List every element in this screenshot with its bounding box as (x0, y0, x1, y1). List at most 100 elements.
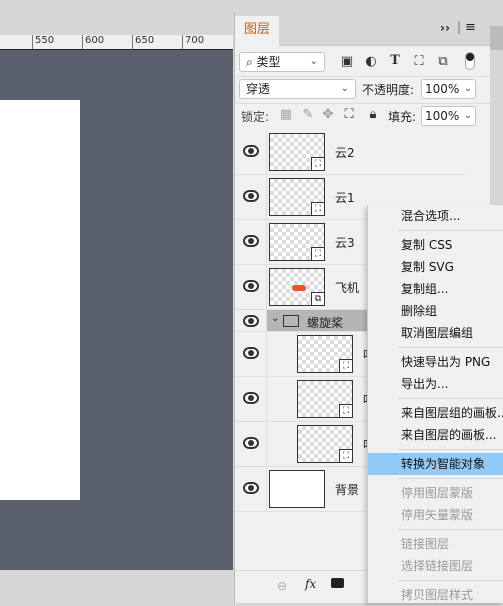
layer-row[interactable]: ⛶ 云2 (235, 130, 465, 175)
layer-name: 云1 (335, 191, 355, 205)
smart-object-icon: ⛶ (339, 404, 353, 418)
fx-icon[interactable]: fx (305, 577, 316, 591)
layers-dock-icon[interactable] (490, 26, 503, 50)
layer-thumbnail (269, 470, 325, 508)
menu-separator (398, 478, 503, 479)
layer-name: 云3 (335, 236, 355, 250)
menu-item[interactable]: 导出为... (368, 373, 503, 395)
visibility-toggle[interactable] (235, 377, 267, 421)
menu-item[interactable]: 取消图层编组 (368, 322, 503, 344)
image-filter-icon[interactable]: ▣ (338, 54, 356, 69)
menu-item[interactable]: 转换为智能对象 (368, 453, 503, 475)
status-area (0, 570, 233, 603)
menu-item[interactable]: 混合选项... (368, 205, 503, 227)
visibility-toggle[interactable] (235, 467, 267, 511)
visibility-toggle[interactable] (235, 265, 267, 309)
menu-item: 停用图层蒙版 (401, 486, 474, 500)
lock-label: 锁定: (241, 110, 270, 124)
tab-layers[interactable]: 图层 (235, 16, 279, 47)
menu-separator (398, 449, 503, 450)
eye-icon (243, 392, 259, 404)
opacity-value: 100% (425, 82, 460, 96)
blend-mode-value: 穿透 (246, 82, 271, 96)
menu-item: 停用矢量蒙版 (401, 508, 474, 522)
context-menu: 混合选项... 复制 CSS 复制 SVG 复制组... 删除组 取消图层编组 快速导出为 … (367, 205, 503, 603)
visibility-toggle[interactable] (235, 130, 267, 174)
opacity-input[interactable]: 100% ⌄ (421, 79, 476, 99)
layer-name: 螺旋桨 (307, 316, 344, 330)
fill-label: 填充: (388, 110, 417, 124)
menu-item[interactable]: 来自图层组的画板... (368, 402, 503, 424)
menu-item: 链接图层 (401, 537, 450, 551)
link-layers-icon[interactable]: ⊖ (277, 579, 287, 593)
smart-object-icon: ⛶ (311, 202, 325, 216)
fill-value: 100% (425, 109, 460, 123)
lock-transparent-icon[interactable]: ▦ (277, 107, 295, 122)
layer-thumbnail: ⛶ (269, 133, 325, 171)
document-canvas[interactable] (0, 100, 80, 500)
chevron-down-icon[interactable]: ⌄ (271, 313, 279, 324)
layer-thumbnail: ⛶ (269, 178, 325, 216)
menu-item[interactable]: 复制 CSS (368, 234, 503, 256)
menu-item[interactable]: 删除组 (368, 300, 503, 322)
adjustment-filter-icon[interactable]: ◐ (362, 54, 380, 69)
visibility-toggle[interactable] (235, 175, 267, 219)
ruler-tick: 650 (132, 35, 154, 49)
blend-mode-select[interactable]: 穿透 ⌄ (239, 79, 356, 99)
lock-paint-icon[interactable]: ✎ (299, 107, 317, 122)
smart-object-icon: ⛶ (311, 157, 325, 171)
filter-type-select[interactable]: ⌕ 类型 ⌄ (239, 52, 325, 72)
linked-smart-object-icon: ⧉ (311, 292, 325, 306)
panel-tab-bar: 图层 ›› | ≡ (235, 12, 491, 47)
add-mask-icon[interactable] (331, 578, 344, 588)
ruler-tick: 700 (182, 35, 204, 49)
smart-object-icon: ⛶ (311, 247, 325, 261)
divider: | (457, 20, 462, 34)
opacity-label: 不透明度: (362, 83, 415, 97)
menu-item: 选择链接图层 (401, 559, 474, 573)
menu-item[interactable]: 来自图层的画板... (368, 424, 503, 446)
eye-icon (243, 145, 259, 157)
ruler-tick: 600 (82, 35, 104, 49)
menu-separator (398, 580, 503, 581)
eye-icon (243, 190, 259, 202)
eye-icon (243, 437, 259, 449)
eye-icon (243, 235, 259, 247)
menu-separator (398, 347, 503, 348)
divider (235, 76, 491, 77)
menu-separator (398, 230, 503, 231)
layer-thumbnail: ⛶ (297, 380, 353, 418)
visibility-toggle[interactable] (235, 310, 267, 331)
folder-icon (283, 315, 299, 327)
visibility-toggle[interactable] (235, 332, 267, 376)
filter-value: 类型 (256, 55, 281, 69)
layer-thumbnail: ⧉ (269, 268, 325, 306)
menu-item[interactable]: 复制组... (368, 278, 503, 300)
panel-menu-icon[interactable]: ≡ (465, 20, 476, 35)
eye-icon (243, 347, 259, 359)
lock-all-icon[interactable]: 🔒︎ (364, 107, 382, 122)
ruler-tick: 550 (32, 35, 54, 49)
menu-item[interactable]: 复制 SVG (368, 256, 503, 278)
smart-object-icon: ⛶ (339, 359, 353, 373)
smart-object-icon: ⛶ (339, 449, 353, 463)
type-filter-icon[interactable]: T (386, 53, 404, 68)
collapse-icon[interactable]: ›› (440, 21, 450, 35)
visibility-toggle[interactable] (235, 422, 267, 466)
menu-separator (398, 398, 503, 399)
layer-name: 背景 (335, 483, 360, 497)
menu-separator (398, 529, 503, 530)
layer-thumbnail: ⛶ (297, 425, 353, 463)
visibility-toggle[interactable] (235, 220, 267, 264)
fill-input[interactable]: 100% ⌄ (421, 106, 476, 126)
lock-artboard-icon[interactable]: ⛶ (340, 107, 358, 122)
layer-name: 飞机 (335, 281, 360, 295)
layer-name: 云2 (335, 146, 355, 160)
menu-item[interactable]: 快速导出为 PNG (368, 351, 503, 373)
shape-filter-icon[interactable]: ⛶ (410, 54, 428, 69)
divider (235, 103, 491, 104)
lock-position-icon[interactable]: ✥ (319, 107, 337, 122)
filter-toggle[interactable] (465, 52, 475, 70)
smart-object-filter-icon[interactable]: ⧉ (434, 54, 452, 69)
layer-thumbnail: ⛶ (269, 223, 325, 261)
